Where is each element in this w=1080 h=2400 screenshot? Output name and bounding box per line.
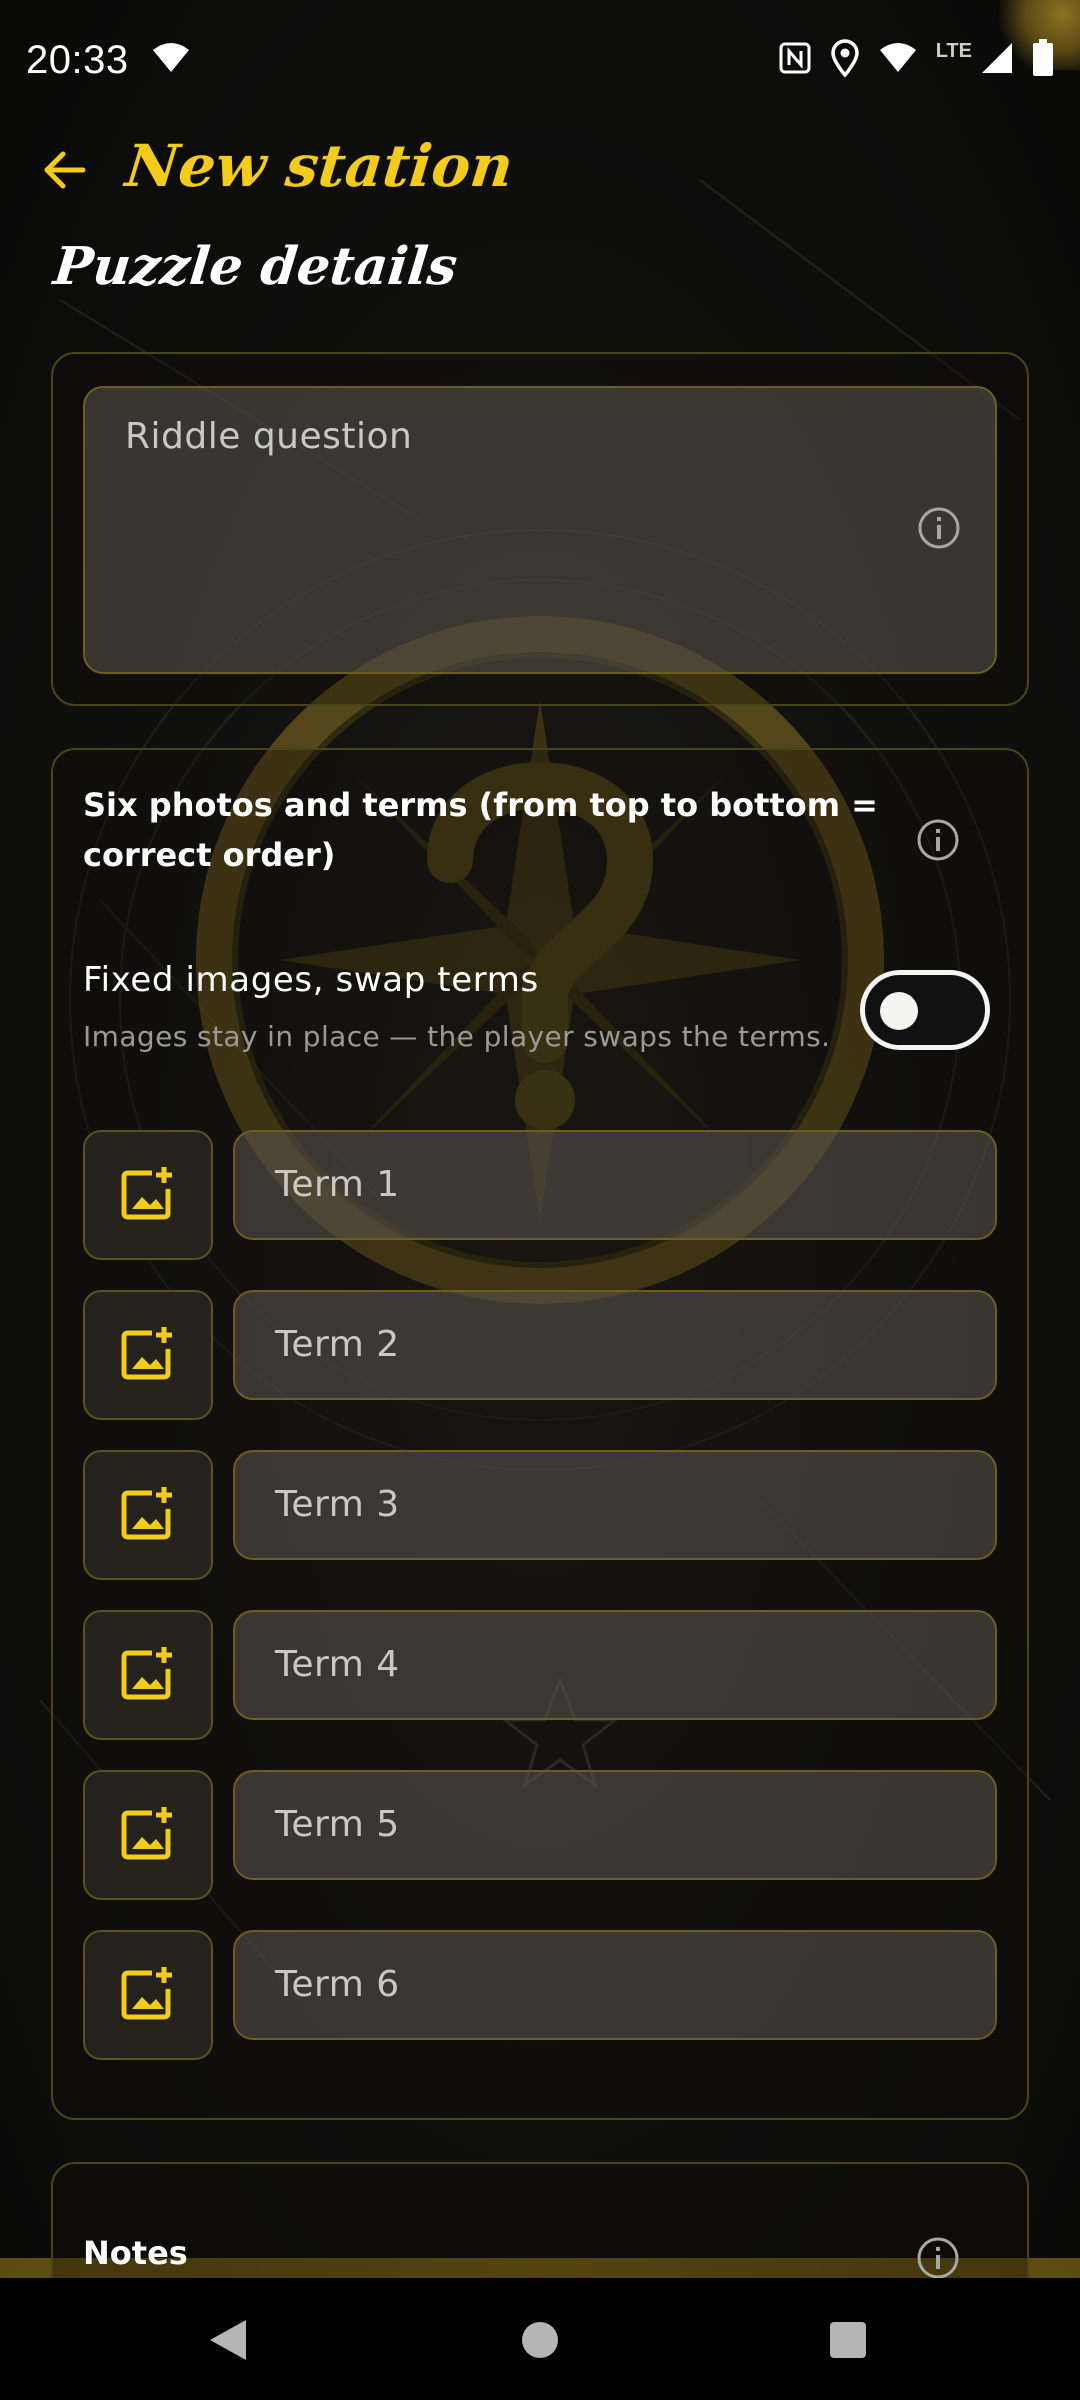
page-title: New station (122, 132, 517, 200)
toggle-subtitle: Images stay in place — the player swaps … (83, 1020, 831, 1053)
location-icon (830, 38, 860, 82)
nav-back-icon[interactable] (196, 2308, 260, 2372)
term-row: Term 4 (83, 1610, 997, 1740)
term-row: Term 3 (83, 1450, 997, 1580)
term-placeholder: Term 2 (275, 1324, 400, 1365)
terms-card: Six photos and terms (from top to bottom… (51, 748, 1029, 2120)
app-bar: New station (0, 120, 1080, 220)
term-input[interactable]: Term 3 (233, 1450, 997, 1560)
riddle-question-input[interactable]: Riddle question (83, 386, 997, 674)
terms-heading: Six photos and terms (from top to bottom… (83, 786, 878, 874)
riddle-card: Riddle question (51, 352, 1029, 706)
add-photo-button[interactable] (83, 1450, 213, 1580)
term-row: Term 1 (83, 1130, 997, 1260)
section-title: Puzzle details (50, 236, 461, 297)
term-input[interactable]: Term 5 (233, 1770, 997, 1880)
info-icon[interactable] (916, 2236, 960, 2280)
term-row: Term 6 (83, 1930, 997, 2060)
info-icon[interactable] (916, 818, 960, 862)
info-icon[interactable] (917, 506, 961, 550)
term-row: Term 5 (83, 1770, 997, 1900)
arrow-back-icon[interactable] (36, 142, 92, 198)
term-placeholder: Term 5 (275, 1804, 400, 1845)
wifi-icon (151, 42, 191, 79)
add-photo-button[interactable] (83, 1610, 213, 1740)
toggle-knob (880, 992, 918, 1030)
term-input[interactable]: Term 6 (233, 1930, 997, 2040)
nav-home-icon[interactable] (508, 2308, 572, 2372)
battery-icon (1032, 38, 1054, 82)
add-photo-icon (120, 1805, 176, 1866)
add-photo-button[interactable] (83, 1930, 213, 2060)
wifi-icon (878, 42, 918, 79)
add-photo-icon (120, 1165, 176, 1226)
add-photo-button[interactable] (83, 1290, 213, 1420)
term-placeholder: Term 6 (275, 1964, 400, 2005)
network-type: LTE (935, 39, 972, 62)
term-input[interactable]: Term 2 (233, 1290, 997, 1400)
status-time: 20:33 (26, 37, 129, 82)
term-input[interactable]: Term 4 (233, 1610, 997, 1720)
status-bar: 20:33 LTE (0, 0, 1080, 120)
add-photo-icon (120, 1325, 176, 1386)
toggle-label: Fixed images, swap terms (83, 960, 539, 1000)
add-photo-button[interactable] (83, 1770, 213, 1900)
add-photo-icon (120, 1645, 176, 1706)
signal-icon (980, 41, 1014, 80)
term-placeholder: Term 4 (275, 1644, 400, 1685)
term-input[interactable]: Term 1 (233, 1130, 997, 1240)
nav-recents-icon[interactable] (816, 2308, 880, 2372)
add-photo-button[interactable] (83, 1130, 213, 1260)
term-placeholder: Term 1 (275, 1164, 400, 1205)
add-photo-icon (120, 1965, 176, 2026)
notes-label: Notes (83, 2234, 188, 2272)
term-row: Term 2 (83, 1290, 997, 1420)
add-photo-icon (120, 1485, 176, 1546)
riddle-placeholder: Riddle question (125, 416, 413, 457)
term-placeholder: Term 3 (275, 1484, 400, 1525)
navigation-bar (0, 2278, 1080, 2400)
nfc-icon (778, 41, 812, 80)
fixed-images-toggle[interactable] (860, 970, 990, 1050)
